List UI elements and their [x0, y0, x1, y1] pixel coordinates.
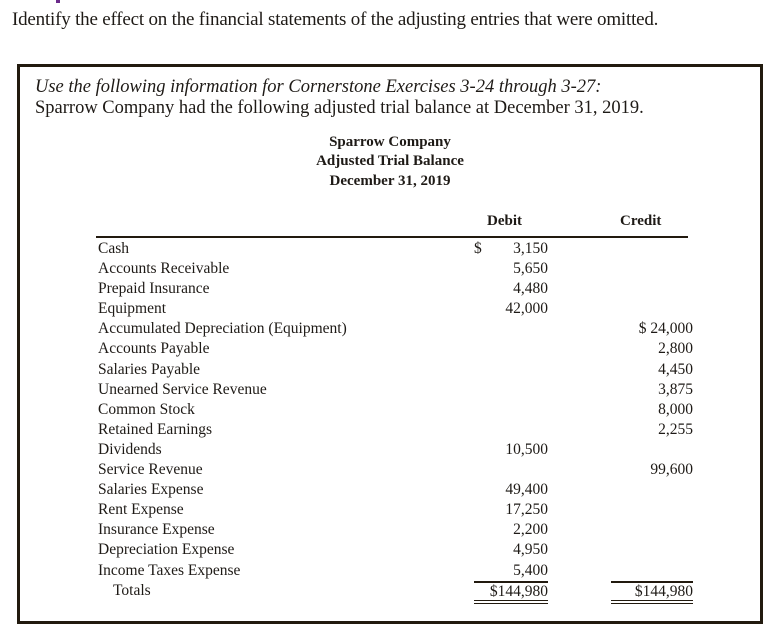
- table-row: Unearned Service Revenue 3,875: [96, 380, 696, 400]
- debit-total: $144,980: [474, 580, 548, 604]
- account-name: Salaries Payable: [98, 360, 201, 378]
- account-name: Rent Expense: [98, 501, 184, 519]
- table-row: Equipment 42,000: [96, 299, 696, 319]
- debit-amount: 49,400: [505, 481, 548, 499]
- debit-amount: 17,250: [505, 501, 548, 519]
- question-text: Identify the effect on the financial sta…: [12, 9, 659, 30]
- debit-amount: 5,400: [513, 561, 548, 579]
- exercise-box: Use the following information for Corner…: [17, 64, 763, 624]
- account-name: Unearned Service Revenue: [98, 380, 267, 398]
- statement-title-heading: Adjusted Trial Balance: [316, 153, 464, 169]
- debit-amount: 4,480: [513, 280, 548, 298]
- account-name: Insurance Expense: [98, 521, 215, 539]
- table-row: Common Stock 8,000: [96, 400, 696, 420]
- debit-amount: 10,500: [505, 440, 548, 458]
- account-name: Accounts Receivable: [98, 260, 230, 278]
- totals-label: Totals: [113, 581, 151, 599]
- account-name: Dividends: [98, 440, 162, 458]
- account-name: Prepaid Insurance: [98, 280, 210, 298]
- debit-amount: 42,000: [505, 300, 548, 318]
- table-row: Retained Earnings 2,255: [96, 420, 696, 440]
- account-name: Common Stock: [98, 400, 195, 418]
- table-row: Depreciation Expense 4,950: [96, 540, 696, 560]
- account-name: Accumulated Depreciation (Equipment): [98, 320, 347, 338]
- intro-text: Sparrow Company had the following adjust…: [35, 98, 644, 118]
- debit-amount: 5,650: [513, 260, 548, 278]
- dollar-sign: $: [474, 240, 482, 257]
- table-row: Salaries Payable 4,450: [96, 360, 696, 380]
- debit-amount: $3,150: [474, 239, 548, 259]
- debit-column-header: Debit: [487, 213, 522, 229]
- table-row: Insurance Expense 2,200: [96, 520, 696, 540]
- table-row: Salaries Expense 49,400: [96, 480, 696, 500]
- credit-amount: 99,600: [650, 461, 693, 479]
- account-name: Accounts Payable: [98, 340, 210, 358]
- table-row: Service Revenue 99,600: [96, 460, 696, 480]
- table-row: Income Taxes Expense 5,400: [96, 561, 696, 581]
- header-rule: [96, 236, 688, 238]
- debit-value: 3,150: [513, 240, 548, 257]
- account-name: Service Revenue: [98, 461, 203, 479]
- table-row: Prepaid Insurance 4,480: [96, 279, 696, 299]
- credit-amount: 2,800: [658, 340, 693, 358]
- credit-total: $144,980: [611, 580, 693, 604]
- account-name: Equipment: [98, 300, 167, 318]
- intro-italic-text: Use the following information for Corner…: [35, 77, 602, 97]
- account-name: Income Taxes Expense: [98, 561, 241, 579]
- account-name: Depreciation Expense: [98, 541, 235, 559]
- table-row: Accounts Receivable 5,650: [96, 259, 696, 279]
- credit-amount: $ 24,000: [638, 320, 693, 338]
- statement-date-heading: December 31, 2019: [329, 173, 451, 189]
- trial-balance-table: Cash $3,150 Accounts Receivable 5,650 Pr…: [96, 239, 696, 604]
- debit-amount: 2,200: [513, 521, 548, 539]
- credit-amount: 3,875: [658, 380, 693, 398]
- table-row: Dividends 10,500: [96, 440, 696, 460]
- credit-amount: 8,000: [658, 400, 693, 418]
- credit-amount: 2,255: [658, 420, 693, 438]
- company-name-heading: Sparrow Company: [329, 134, 451, 150]
- table-row: Accumulated Depreciation (Equipment) $ 2…: [96, 319, 696, 339]
- account-name: Retained Earnings: [98, 420, 213, 438]
- credit-column-header: Credit: [620, 213, 662, 229]
- credit-amount: 4,450: [658, 360, 693, 378]
- table-row: Rent Expense 17,250: [96, 500, 696, 520]
- account-name: Cash: [98, 240, 129, 257]
- decorative-mark: [56, 0, 60, 3]
- account-name: Salaries Expense: [98, 481, 204, 499]
- table-row: Cash $3,150: [96, 239, 696, 259]
- totals-row: Totals $144,980 $144,980: [96, 580, 696, 604]
- debit-amount: 4,950: [513, 541, 548, 559]
- table-row: Accounts Payable 2,800: [96, 339, 696, 359]
